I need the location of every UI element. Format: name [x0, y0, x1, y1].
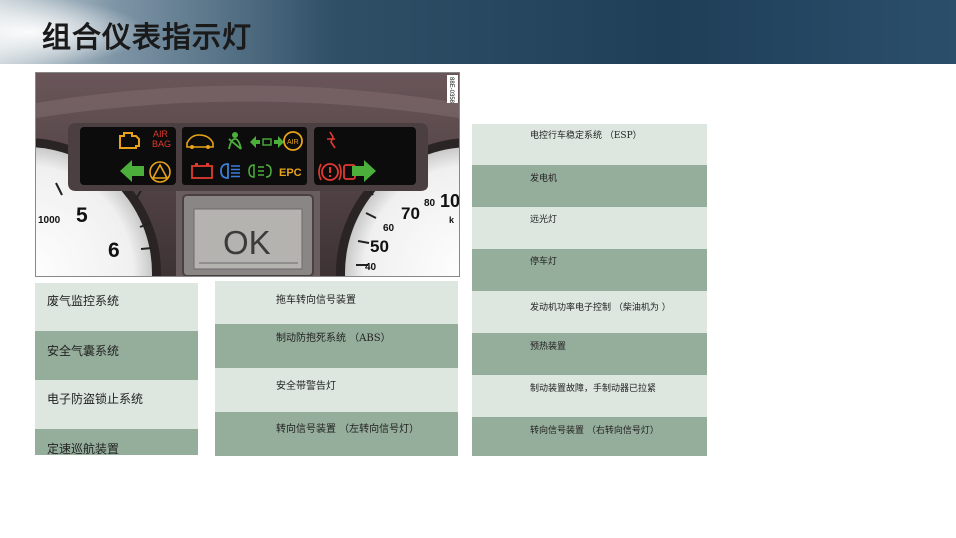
tick-70: 70: [401, 204, 420, 223]
list-item: 发动机功率电子控制 （柴油机为 ）: [472, 291, 707, 333]
list-item: 发电机: [472, 165, 707, 207]
list-item: 安全气囊系统: [35, 331, 198, 380]
tick-80: 80: [424, 198, 436, 209]
tick-10: 10: [440, 191, 459, 211]
legend-column-1: 废气监控系统 安全气囊系统 电子防盗锁止系统 定速巡航装置: [35, 283, 198, 456]
airbag-text-line1: AIR: [153, 129, 169, 139]
figure-code: 88E-0358: [448, 77, 454, 104]
tick-40: 40: [365, 262, 377, 273]
ok-display: OK: [223, 224, 271, 261]
epc-icon: EPC: [279, 167, 302, 179]
air-icon-text: AIR: [287, 139, 299, 146]
list-item: 定速巡航装置: [35, 429, 198, 456]
dashboard-photo: 1000 5 6 80 10 70 60 50 40 k AIR BAG AIR…: [35, 72, 460, 277]
list-item: 远光灯: [472, 207, 707, 249]
list-item: 制动防抱死系统 （ABS）: [215, 324, 458, 368]
airbag-text-line2: BAG: [152, 139, 171, 149]
list-item: 制动装置故障，手制动器已拉紧: [472, 375, 707, 417]
list-item: 安全带警告灯: [215, 368, 458, 412]
list-item: 预热装置: [472, 333, 707, 375]
tick-6: 6: [108, 239, 120, 262]
list-item: 转向信号装置 （右转向信号灯）: [472, 417, 707, 456]
list-item: 转向信号装置 （左转向信号灯）: [215, 412, 458, 456]
list-item: 电子防盗锁止系统: [35, 380, 198, 429]
page-title: 组合仪表指示灯: [42, 20, 253, 54]
tick-5: 5: [76, 204, 88, 227]
list-item: 停车灯: [472, 249, 707, 291]
list-item: 电控行车稳定系统 （ESP）: [472, 124, 707, 165]
legend-column-2: 拖车转向信号装置 制动防抱死系统 （ABS） 安全带警告灯 转向信号装置 （左转…: [215, 281, 458, 456]
list-item: 拖车转向信号装置: [215, 281, 458, 324]
tick-1000: 1000: [38, 215, 61, 226]
tick-60: 60: [383, 223, 395, 234]
legend-column-3: 电控行车稳定系统 （ESP） 发电机 远光灯 停车灯 发动机功率电子控制 （柴油…: [472, 124, 707, 456]
tick-50: 50: [370, 237, 389, 256]
list-item: 废气监控系统: [35, 283, 198, 331]
header-banner: 组合仪表指示灯: [0, 0, 956, 64]
